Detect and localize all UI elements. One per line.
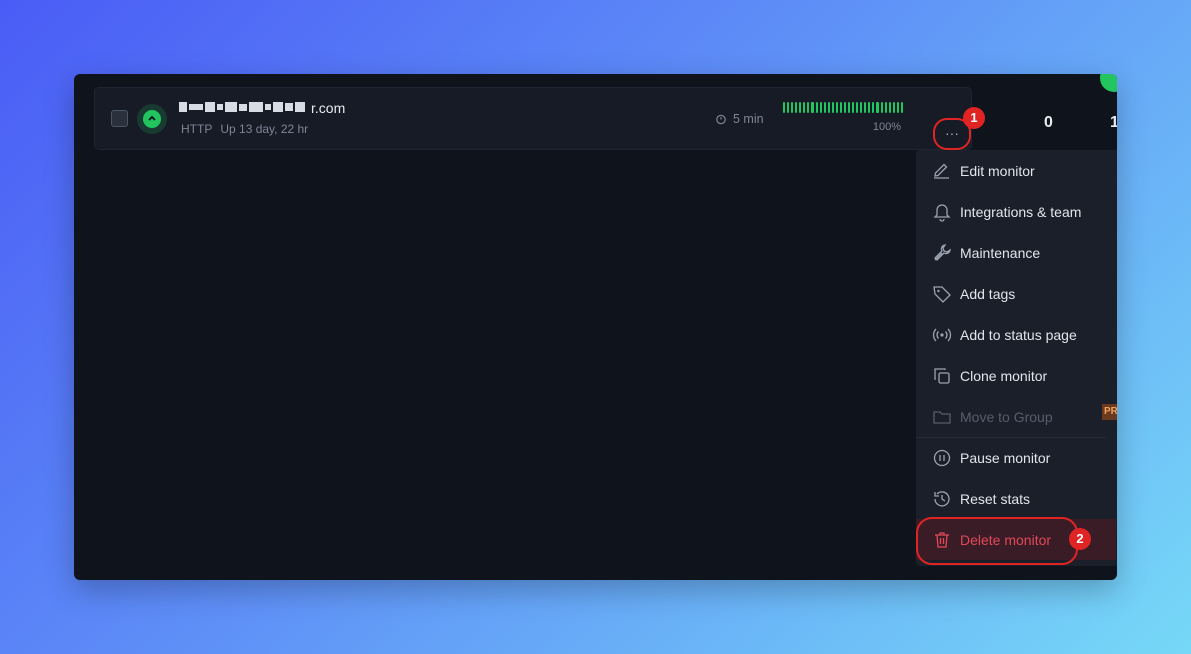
uptime-bar — [787, 102, 790, 113]
wrench-icon — [932, 243, 952, 263]
select-checkbox[interactable] — [111, 110, 128, 127]
menu-item-label: Move to Group — [960, 408, 1053, 425]
uptime-bar — [856, 102, 859, 113]
uptime-bar — [872, 102, 875, 113]
uptime-bar — [860, 102, 863, 113]
menu-item-label: Add to status page — [960, 326, 1077, 343]
menu-item-clone-monitor[interactable]: Clone monitor — [916, 355, 1116, 396]
menu-item-label: Add tags — [960, 285, 1016, 302]
menu-item-integrations-team[interactable]: Integrations & team — [916, 191, 1116, 232]
uptime-bar — [823, 102, 826, 113]
menu-item-label: Integrations & team — [960, 203, 1082, 220]
menu-item-label: Edit monitor — [960, 162, 1035, 179]
uptime-bar — [892, 102, 895, 113]
monitor-name[interactable]: r.com — [311, 100, 345, 116]
uptime-bar — [848, 102, 851, 113]
uptime-bar — [807, 102, 810, 113]
interval-text: 5 min — [733, 112, 764, 126]
uptime-bar — [896, 102, 899, 113]
menu-item-label: Pause monitor — [960, 449, 1051, 466]
check-interval: 5 min — [715, 112, 764, 126]
uptime-bar — [803, 102, 806, 113]
uptime-bars — [783, 102, 903, 113]
redacted-domain — [179, 102, 305, 112]
callout-badge-1: 1 — [963, 107, 985, 129]
menu-item-label: Maintenance — [960, 244, 1041, 261]
app-window: r.com HTTP Up 13 day, 22 hr 5 min 100% ··… — [74, 74, 1117, 580]
tag-icon — [932, 284, 952, 304]
menu-item-move-to-group: Move to Group PR — [916, 396, 1117, 437]
monitor-actions-menu: Edit monitor Integrations & team Maintenan… — [916, 150, 1117, 566]
menu-item-label: Reset stats — [960, 490, 1031, 507]
uptime-bar — [880, 102, 883, 113]
uptime-bar — [783, 102, 786, 113]
pencil-icon — [932, 161, 952, 181]
uptime-bar — [843, 102, 846, 113]
bell-icon — [932, 202, 952, 222]
uptime-bar — [815, 102, 818, 113]
folder-icon — [932, 407, 952, 427]
timer-icon — [716, 114, 726, 125]
uptime-bar — [884, 102, 887, 113]
monitor-status-icon — [137, 104, 167, 134]
uptime-bar — [888, 102, 891, 113]
uptime-bar — [864, 102, 867, 113]
menu-item-label: Clone monitor — [960, 367, 1048, 384]
pro-badge: PR — [1102, 404, 1117, 420]
uptime-bar — [831, 102, 834, 113]
uptime-bar — [835, 102, 838, 113]
uptime-bar — [876, 102, 879, 113]
uptime-bar — [852, 102, 855, 113]
monitor-meta: HTTP Up 13 day, 22 hr — [181, 122, 308, 136]
uptime-bar — [868, 102, 871, 113]
menu-item-maintenance[interactable]: Maintenance — [916, 232, 1116, 273]
monitor-row[interactable]: r.com HTTP Up 13 day, 22 hr 5 min 100% ··… — [94, 87, 985, 150]
copy-icon — [932, 366, 952, 386]
uptime-bar — [900, 102, 903, 113]
uptime-bar — [839, 102, 842, 113]
callout-badge-2: 2 — [1069, 528, 1091, 550]
monitor-type: HTTP — [181, 122, 213, 136]
menu-item-reset-stats[interactable]: Reset stats — [916, 478, 1116, 519]
menu-item-add-to-status-page[interactable]: Add to status page — [916, 314, 1116, 355]
uptime-bar — [827, 102, 830, 113]
history-icon — [932, 489, 952, 509]
uptime-bar — [791, 102, 794, 113]
delete-highlight-ring — [916, 517, 1078, 565]
stat-count-a: 0 — [1044, 114, 1053, 131]
uptime-bar — [811, 102, 814, 113]
menu-item-add-tags[interactable]: Add tags — [916, 273, 1116, 314]
status-indicator — [1100, 74, 1117, 92]
menu-item-pause-monitor[interactable]: Pause monitor — [916, 437, 1116, 478]
stat-count-b: 1 — [1110, 114, 1117, 131]
broadcast-icon — [932, 325, 952, 345]
pause-circle-icon — [932, 448, 952, 468]
menu-item-edit-monitor[interactable]: Edit monitor — [916, 150, 1116, 191]
uptime-percent: 100% — [872, 121, 901, 133]
uptime-bar — [799, 102, 802, 113]
uptime-bar — [819, 102, 822, 113]
monitor-uptime: Up 13 day, 22 hr — [220, 122, 309, 136]
uptime-bar — [795, 102, 798, 113]
